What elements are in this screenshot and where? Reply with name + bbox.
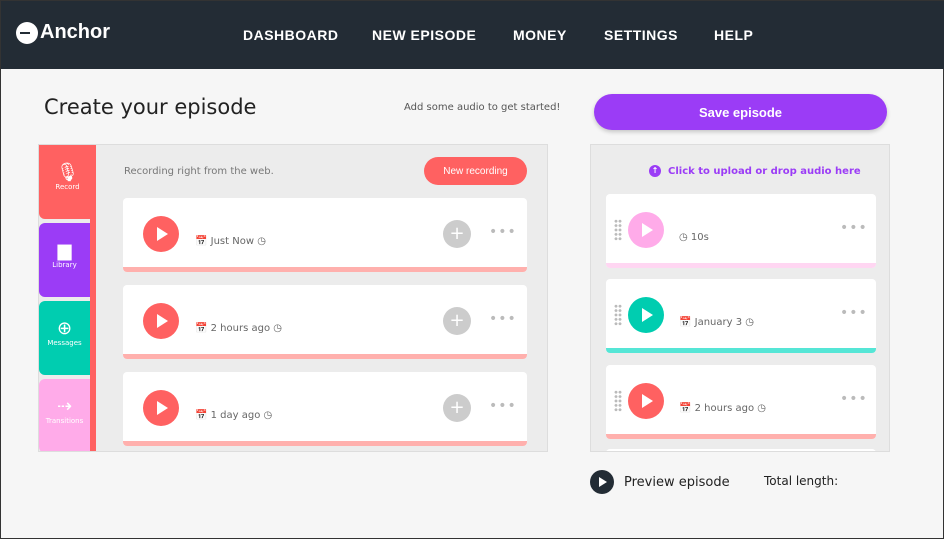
more-icon[interactable]: ••• — [489, 224, 517, 240]
upload-label: Click to upload or drop audio here — [668, 165, 861, 177]
tab-library[interactable]: ▆ Library — [39, 223, 90, 297]
tab-record[interactable]: 🎙 Record — [39, 145, 96, 219]
recording-item[interactable]: 📅 Just Now ◷ + ••• — [123, 198, 527, 272]
folder-icon: ▆ — [57, 240, 72, 261]
segment-bar — [606, 263, 876, 268]
upload-area[interactable]: ↑ Click to upload or drop audio here — [649, 165, 861, 177]
source-panel: 🎙 Record ▆ Library ⊕ Messages ⇢ Transitions … — [38, 144, 548, 452]
play-button[interactable] — [143, 216, 179, 252]
tab-label: Messages — [47, 339, 82, 347]
recording-meta: 📅 1 day ago ◷ — [195, 410, 273, 421]
microphone-icon: 🎙 — [56, 162, 79, 183]
nav-help[interactable]: HELP — [714, 27, 753, 43]
page-title: Create your episode — [44, 95, 257, 119]
recording-date: 2 hours ago — [210, 323, 271, 334]
record-info: Recording right from the web. — [124, 166, 274, 177]
episode-segment[interactable] — [606, 449, 876, 451]
more-icon[interactable]: ••• — [489, 398, 517, 414]
active-tab-bar — [90, 145, 96, 451]
recording-item[interactable]: 📅 1 day ago ◷ + ••• — [123, 372, 527, 446]
episode-panel: ↑ Click to upload or drop audio here ◷ 10… — [590, 144, 890, 452]
segment-date: January 3 — [694, 317, 743, 328]
tab-label: Record — [55, 183, 80, 191]
segment-date: 2 hours ago — [694, 403, 755, 414]
segment-duration: 10s — [690, 232, 709, 243]
nav-money[interactable]: MONEY — [513, 27, 567, 43]
recording-date: 1 day ago — [210, 410, 261, 421]
arrow-right-icon: ⇢ — [56, 396, 73, 417]
episode-segment[interactable]: ◷ 10s ••• — [606, 194, 876, 268]
progress-bar — [123, 354, 527, 359]
drag-handle-icon[interactable] — [614, 390, 622, 412]
recording-date: Just Now — [210, 236, 255, 247]
add-button[interactable]: + — [443, 394, 471, 422]
episode-segment[interactable]: 📅 2 hours ago ◷ ••• — [606, 365, 876, 439]
total-length: Total length: — [764, 474, 839, 488]
nav-dashboard[interactable]: DASHBOARD — [243, 27, 339, 43]
play-button[interactable] — [628, 383, 664, 419]
tab-messages[interactable]: ⊕ Messages — [39, 301, 90, 375]
progress-bar — [123, 267, 527, 272]
anchor-logo-icon — [16, 21, 38, 44]
message-plus-icon: ⊕ — [56, 318, 73, 339]
tab-transitions[interactable]: ⇢ Transitions — [39, 379, 90, 451]
preview-label: Preview episode — [624, 474, 730, 490]
add-button[interactable]: + — [443, 307, 471, 335]
tab-label: Library — [52, 261, 77, 269]
new-recording-button[interactable]: New recording — [424, 157, 527, 185]
play-button[interactable] — [143, 390, 179, 426]
nav-settings[interactable]: SETTINGS — [604, 27, 678, 43]
play-button[interactable] — [628, 212, 664, 248]
progress-bar — [123, 441, 527, 446]
save-episode-button[interactable]: Save episode — [594, 94, 887, 130]
play-button[interactable] — [628, 297, 664, 333]
more-icon[interactable]: ••• — [840, 391, 868, 407]
top-nav: Anchor DASHBOARD NEW EPISODE MONEY SETTI… — [1, 1, 944, 69]
more-icon[interactable]: ••• — [840, 220, 868, 236]
recording-item[interactable]: 📅 2 hours ago ◷ + ••• — [123, 285, 527, 359]
segment-meta: 📅 2 hours ago ◷ — [679, 403, 766, 414]
upload-icon: ↑ — [649, 165, 661, 177]
segment-meta: 📅 January 3 ◷ — [679, 317, 754, 328]
recording-meta: 📅 Just Now ◷ — [195, 236, 266, 247]
more-icon[interactable]: ••• — [489, 311, 517, 327]
play-button[interactable] — [143, 303, 179, 339]
nav-new-episode[interactable]: NEW EPISODE — [372, 27, 476, 43]
preview-episode-button[interactable]: Preview episode — [590, 470, 730, 494]
brand-name: Anchor — [40, 21, 110, 43]
recording-meta: 📅 2 hours ago ◷ — [195, 323, 282, 334]
anchor-logo[interactable]: Anchor — [16, 21, 110, 44]
add-button[interactable]: + — [443, 220, 471, 248]
segment-bar — [606, 348, 876, 353]
segment-meta: ◷ 10s — [679, 232, 709, 243]
drag-handle-icon[interactable] — [614, 219, 622, 241]
more-icon[interactable]: ••• — [840, 305, 868, 321]
hint-text: Add some audio to get started! — [404, 102, 561, 113]
drag-handle-icon[interactable] — [614, 304, 622, 326]
play-icon — [590, 470, 614, 494]
tab-label: Transitions — [45, 417, 84, 425]
segment-bar — [606, 434, 876, 439]
episode-segment[interactable]: 📅 January 3 ◷ ••• — [606, 279, 876, 353]
